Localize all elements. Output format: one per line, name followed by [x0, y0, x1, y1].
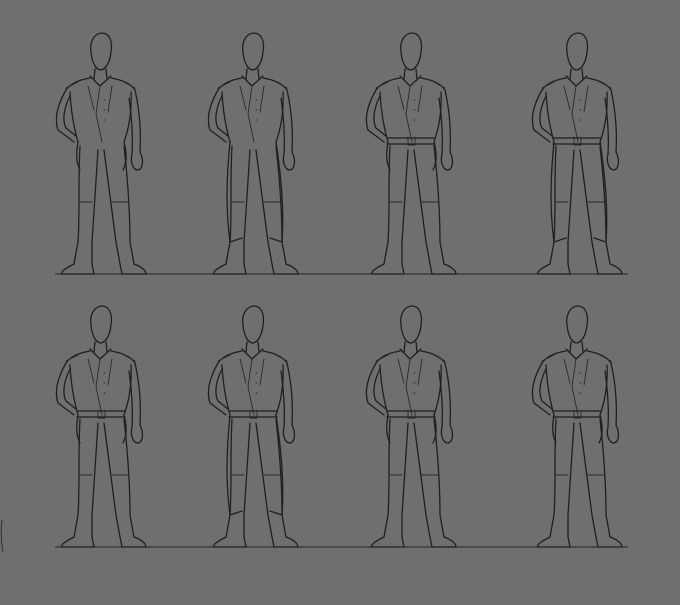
sketch-canvas [0, 0, 680, 605]
sketch-sheet [0, 0, 680, 605]
canvas-background [0, 0, 680, 605]
